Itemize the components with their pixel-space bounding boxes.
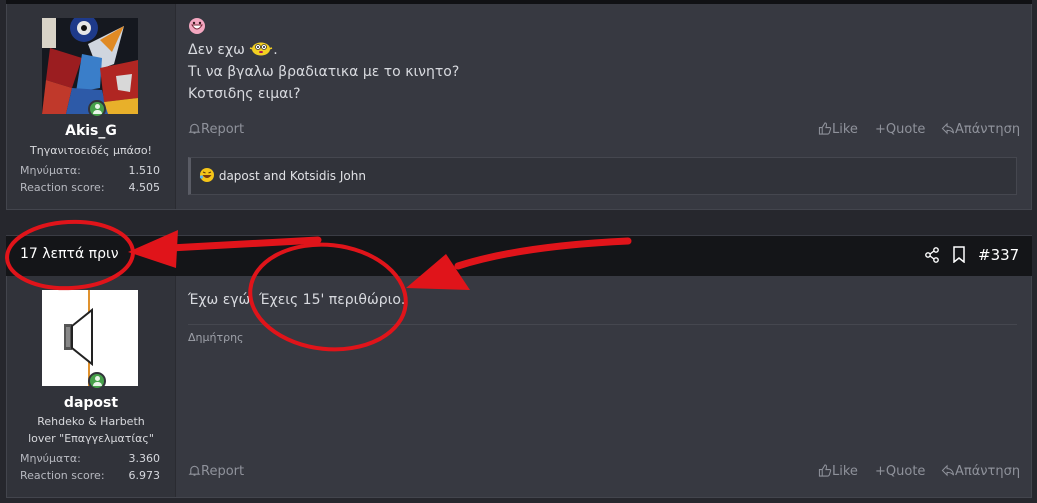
stat-value: 1.510 (128, 164, 161, 177)
stat-label: Μηνύματα: (20, 164, 81, 177)
post-number[interactable]: #337 (978, 246, 1019, 264)
post-header: 17 λεπτά πριν #337 (6, 235, 1032, 276)
post-dapost: dapost Rehdeko & Harbeth lover "Επαγγελμ… (6, 276, 1032, 498)
user-title: Τηγανιτοειδές μπάσο! (30, 144, 152, 157)
user-sidebar: dapost Rehdeko & Harbeth lover "Επαγγελμ… (7, 276, 176, 497)
stat-label: Μηνύματα: (20, 452, 81, 465)
reply-label: Απάντηση (955, 464, 1021, 479)
thumbs-up-icon (818, 464, 832, 477)
message-line: Τι να βγαλω βραδιατικα με το κινητο? (188, 64, 460, 80)
report-label: Report (201, 464, 245, 479)
reply-button[interactable]: Απάντηση (941, 122, 1020, 137)
stat-label: Reaction score: (20, 181, 105, 194)
stat-reaction-score: Reaction score: 4.505 (20, 181, 160, 194)
stat-messages: Μηνύματα: 1.510 (20, 164, 160, 177)
avatar[interactable] (42, 14, 138, 114)
online-status-icon (88, 100, 106, 118)
user-title-line-1: Rehdeko & Harbeth (37, 415, 145, 428)
username[interactable]: dapost (7, 395, 175, 411)
like-label: Like (832, 122, 858, 137)
reactions-bar[interactable]: dapost and Kotsidis John (188, 157, 1017, 195)
quote-label: Quote (885, 122, 926, 137)
message-line: Δεν εχω (188, 42, 245, 58)
reply-label: Απάντηση (955, 122, 1021, 137)
quote-button[interactable]: +Quote (875, 464, 925, 479)
signature-divider (188, 324, 1017, 325)
online-status-icon (88, 372, 106, 390)
user-title-line-2: lover "Επαγγελματίας" (28, 432, 154, 445)
like-label: Like (832, 464, 858, 479)
reply-icon (941, 122, 955, 135)
stat-value: 3.360 (128, 452, 161, 465)
post-akis-g: Akis_G Τηγανιτοειδές μπάσο! Μηνύματα: 1.… (6, 4, 1032, 210)
message-text: Δεν εχω . Τι να βγαλω βραδιατικα με το κ… (188, 39, 1017, 105)
stat-messages: Μηνύματα: 3.360 (20, 452, 160, 465)
stat-value: 6.973 (128, 469, 161, 482)
laughing-emoji-icon (199, 168, 215, 183)
like-button[interactable]: Like (818, 464, 858, 479)
thumbs-up-icon (818, 122, 832, 135)
message-line: Κοτσιδης ειμαι? (188, 86, 301, 102)
user-sidebar: Akis_G Τηγανιτοειδές μπάσο! Μηνύματα: 1.… (7, 4, 176, 209)
signature: Δημήτρης (188, 331, 244, 344)
blush-emoji-icon (249, 42, 273, 58)
report-button[interactable]: Report (188, 464, 244, 479)
username[interactable]: Akis_G (7, 123, 175, 139)
grin-emoji-icon (188, 17, 1017, 39)
reply-icon (941, 464, 955, 477)
plus-icon: + (875, 122, 886, 137)
stat-label: Reaction score: (20, 469, 105, 482)
avatar[interactable] (42, 290, 138, 386)
message-line: . (273, 42, 278, 58)
message-body: Δεν εχω . Τι να βγαλω βραδιατικα με το κ… (188, 17, 1017, 105)
stat-value: 4.505 (128, 181, 161, 194)
quote-button[interactable]: +Quote (875, 122, 925, 137)
plus-icon: + (875, 464, 886, 479)
post-actions: Report Like +Quote Απάντηση (188, 122, 1020, 138)
share-icon[interactable] (924, 247, 940, 267)
reactions-text: dapost and Kotsidis John (218, 169, 366, 183)
bookmark-icon[interactable] (952, 246, 966, 267)
quote-label: Quote (885, 464, 926, 479)
post-actions: Report Like +Quote Απάντηση (188, 464, 1020, 480)
report-button[interactable]: Report (188, 122, 244, 137)
reply-button[interactable]: Απάντηση (941, 464, 1020, 479)
post-timestamp[interactable]: 17 λεπτά πριν (20, 246, 119, 262)
bell-icon (188, 465, 201, 476)
stat-reaction-score: Reaction score: 6.973 (20, 469, 160, 482)
report-label: Report (201, 122, 245, 137)
message-text: Έχω εγώ. Έχεις 15' περιθώριο. (188, 292, 406, 308)
like-button[interactable]: Like (818, 122, 858, 137)
bell-icon (188, 123, 201, 134)
